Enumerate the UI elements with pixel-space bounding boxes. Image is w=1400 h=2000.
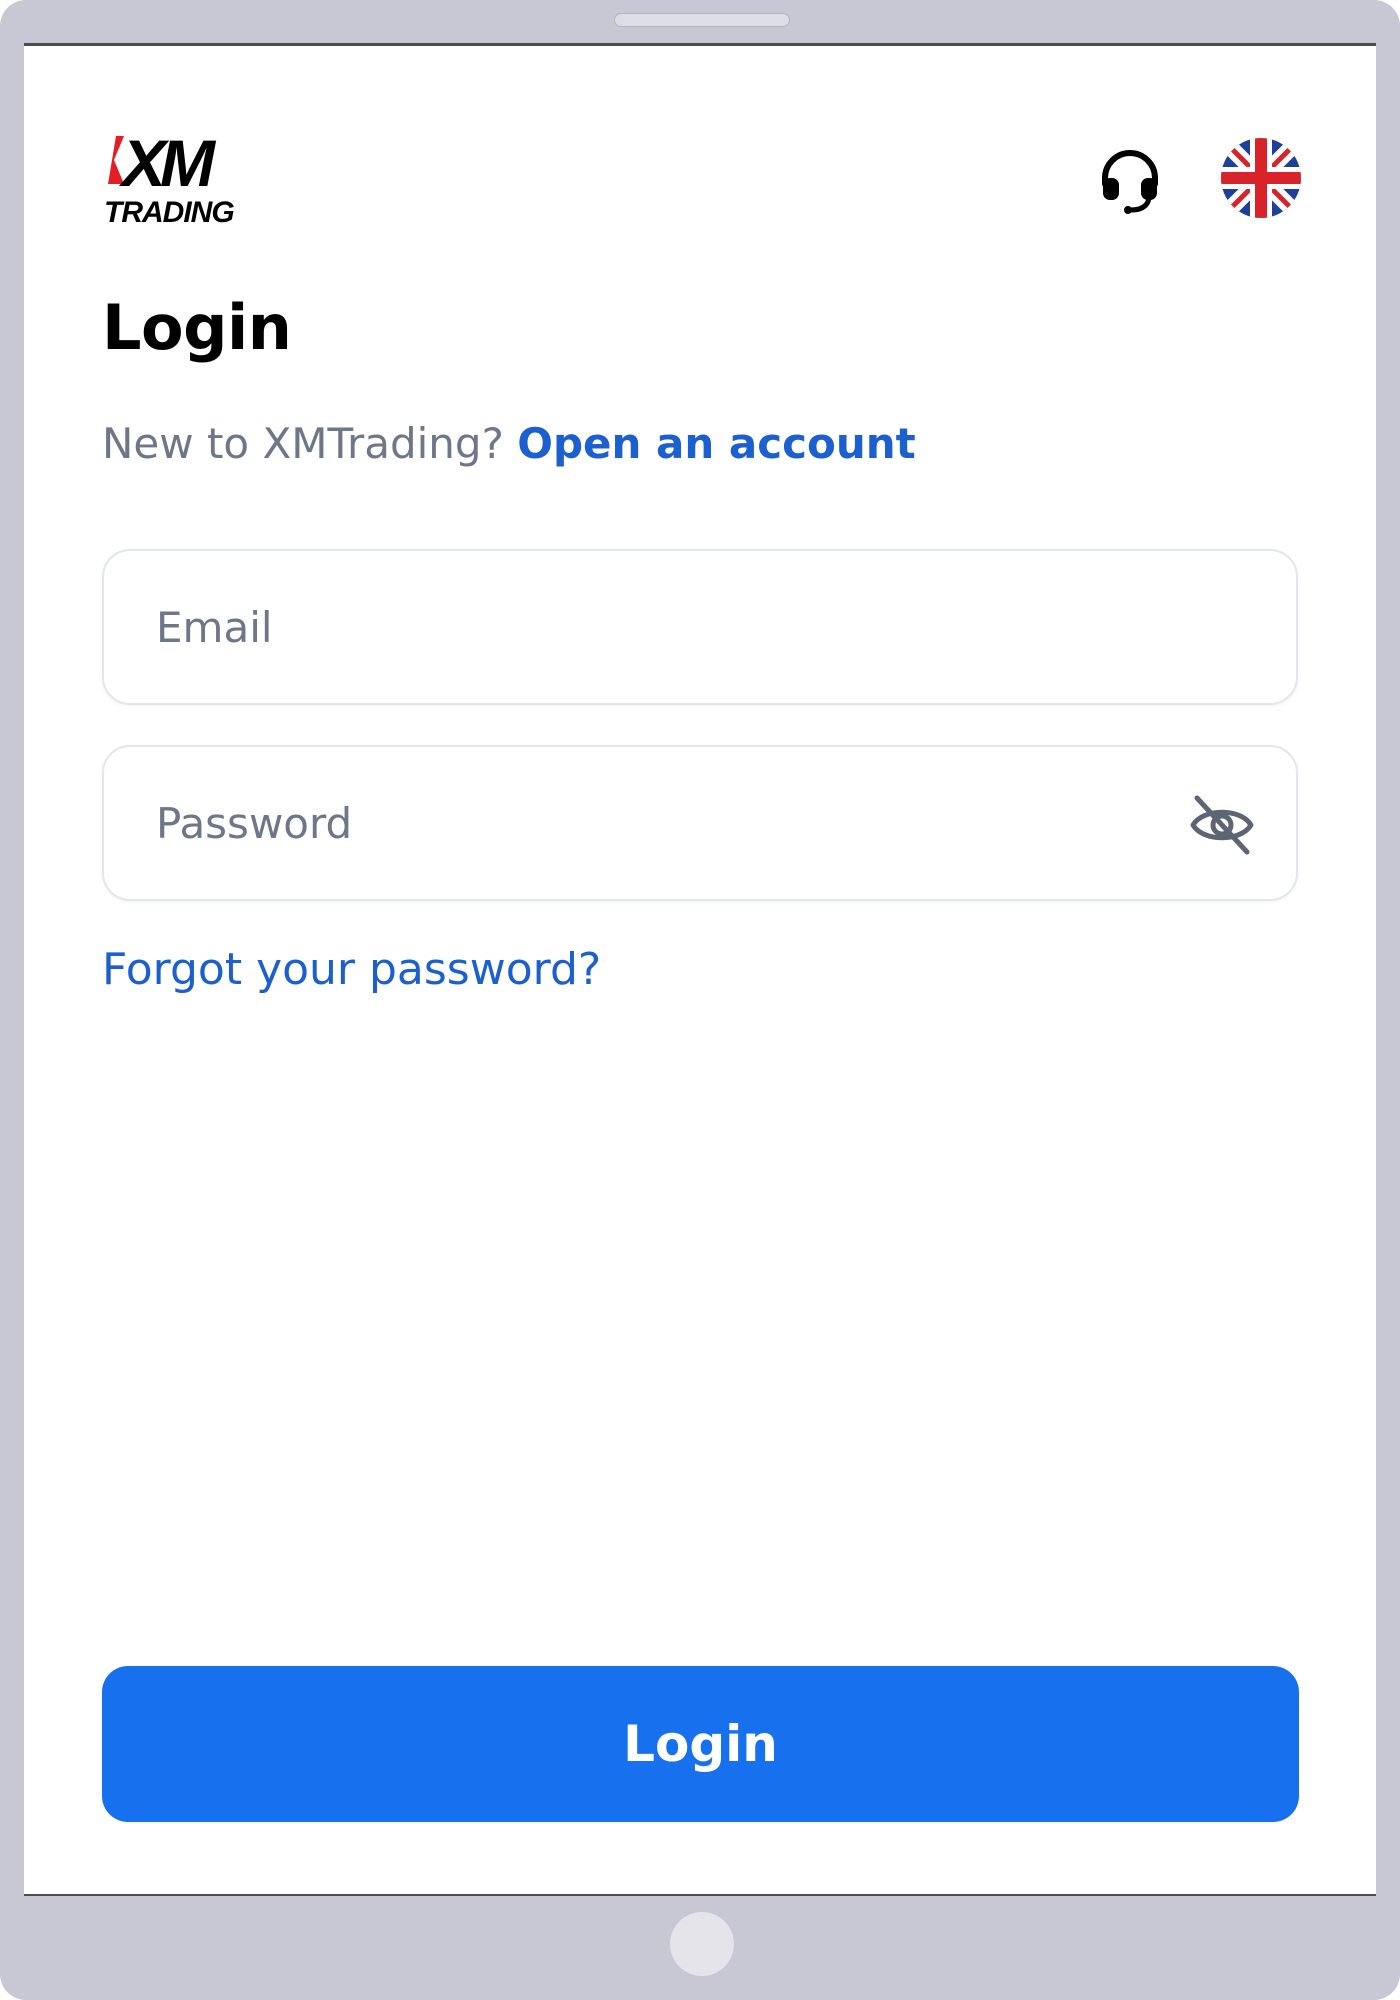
login-screen: XM TRADING Login New to XMTrading? Open … — [24, 43, 1376, 1896]
page-title: Login — [102, 291, 292, 364]
logo-text: XM — [118, 128, 217, 200]
password-field[interactable] — [102, 745, 1298, 901]
device-speaker — [614, 13, 790, 27]
open-account-link[interactable]: Open an account — [517, 419, 916, 468]
xm-logo-mark: XM TRADING — [104, 126, 235, 229]
email-input[interactable] — [156, 551, 1156, 703]
device-home-button — [670, 1912, 734, 1976]
password-input[interactable] — [156, 747, 1156, 899]
signup-prompt-row: New to XMTrading? Open an account — [102, 419, 916, 468]
login-button[interactable]: Login — [102, 1666, 1299, 1822]
language-selector[interactable] — [1220, 137, 1302, 219]
xm-trading-logo: XM TRADING — [102, 126, 262, 229]
eye-off-icon — [1190, 795, 1254, 855]
logo-subtext: TRADING — [104, 196, 234, 224]
tablet-frame: XM TRADING Login New to XMTrading? Open … — [0, 0, 1400, 2000]
email-field[interactable] — [102, 549, 1298, 705]
signup-prompt-text: New to XMTrading? — [102, 419, 504, 468]
headset-icon — [1102, 150, 1158, 214]
support-button[interactable] — [1090, 141, 1170, 221]
uk-flag-icon — [1221, 138, 1301, 218]
password-visibility-toggle[interactable] — [1184, 787, 1260, 863]
forgot-password-link[interactable]: Forgot your password? — [102, 944, 601, 995]
